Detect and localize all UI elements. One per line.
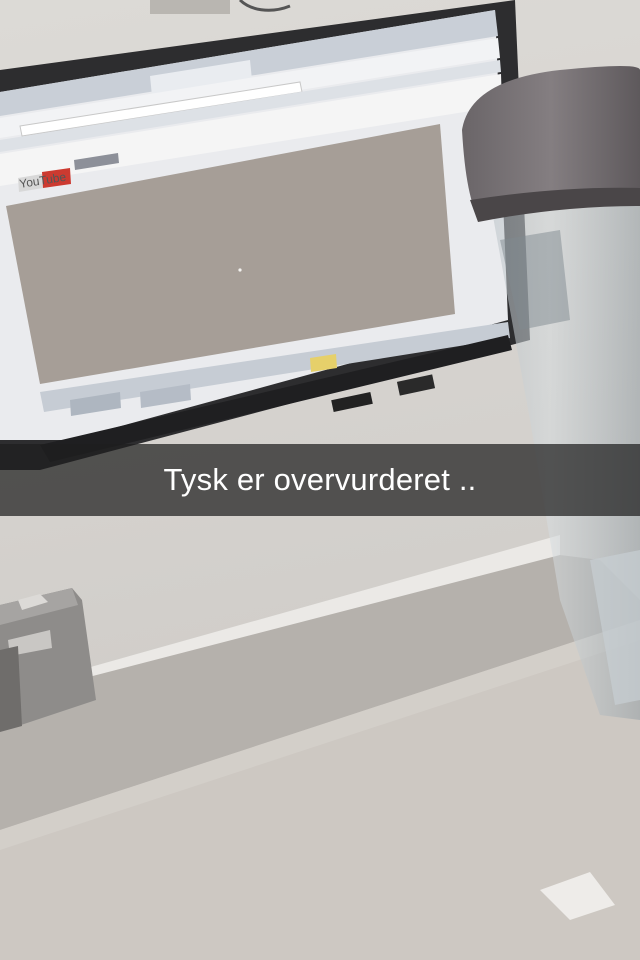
speaker-device: [396, 374, 436, 396]
webcam-device: [331, 391, 373, 413]
monitor: YouTube: [0, 0, 530, 470]
snap-photo: YouTube Tysk er overvurderet ..: [0, 0, 640, 960]
caption-bar: Tysk er overvurderet ..: [0, 444, 640, 516]
caption-text: Tysk er overvurderet ..: [163, 462, 477, 497]
